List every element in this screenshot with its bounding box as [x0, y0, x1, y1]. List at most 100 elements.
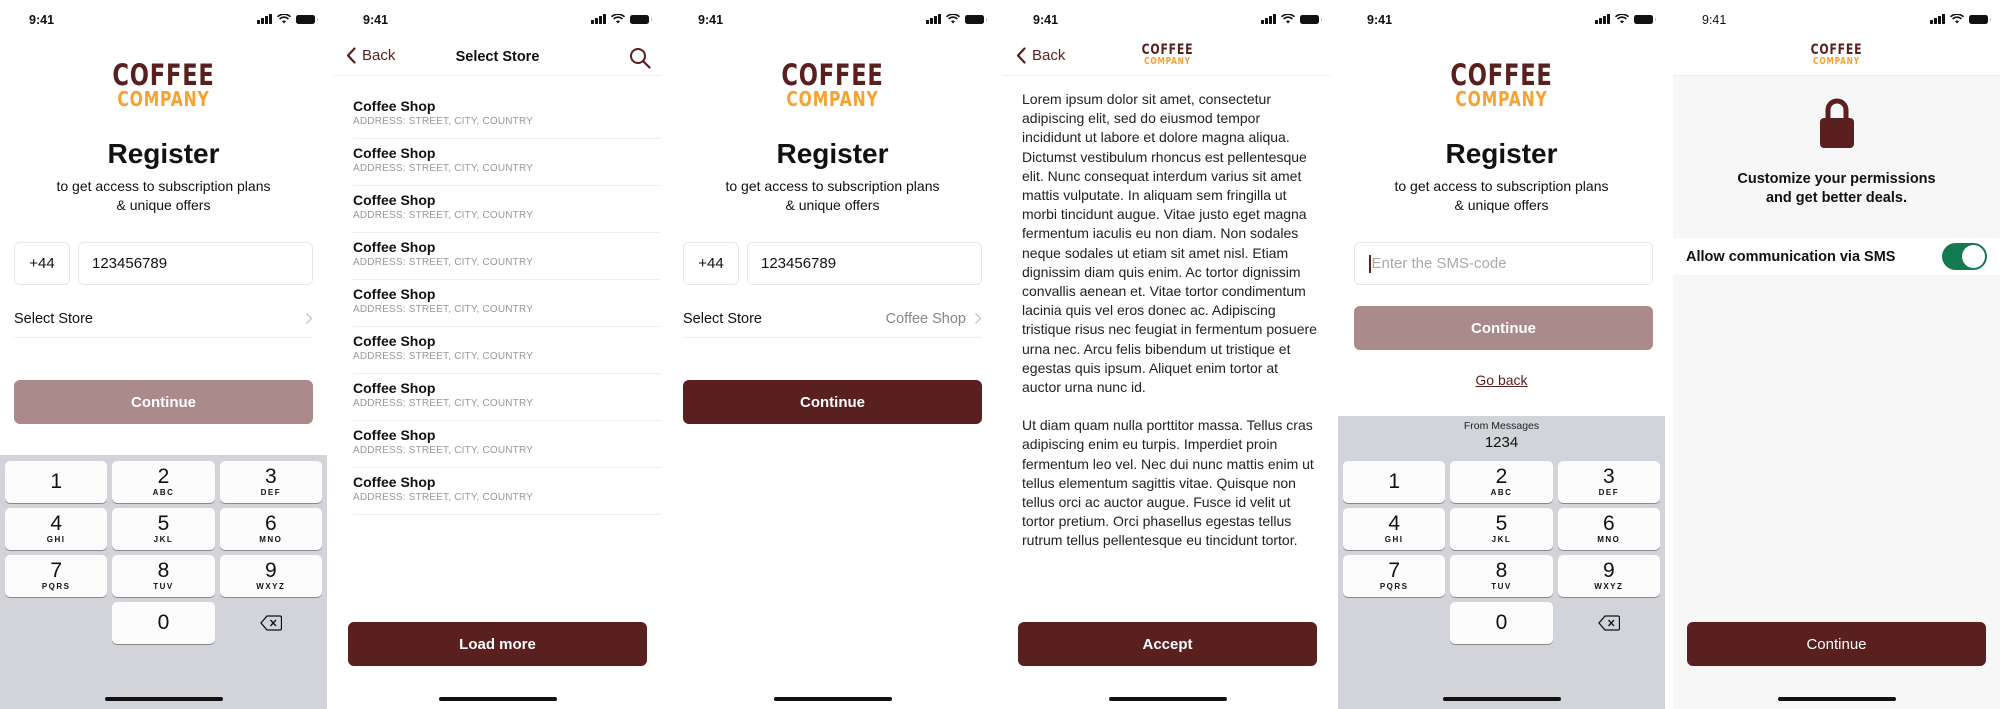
key-digit: 4: [50, 512, 62, 535]
brand-logo: COFFEE COMPANY: [669, 61, 996, 111]
country-code-field[interactable]: +44: [14, 242, 70, 285]
brand-logo: COFFEE COMPANY: [1338, 58, 1665, 111]
store-list-item[interactable]: Coffee Shop ADDRESS: STREET, CITY, COUNTR…: [353, 327, 661, 374]
store-list-item[interactable]: Coffee Shop ADDRESS: STREET, CITY, COUNTR…: [353, 468, 661, 515]
load-more-button[interactable]: Load more: [348, 622, 647, 666]
logo-line1: COFFEE: [1450, 58, 1553, 92]
sms-code-input[interactable]: Enter the SMS-code: [1354, 242, 1653, 285]
phone-number-input[interactable]: 123456789: [78, 242, 313, 285]
key-empty: [5, 602, 107, 644]
delete-key[interactable]: [1558, 602, 1660, 644]
accept-button[interactable]: Accept: [1018, 622, 1317, 666]
terms-screen: 9:41 Back COFFEE COMPANY Lorem ipsum dol…: [1004, 0, 1331, 709]
wifi-icon: [277, 14, 291, 24]
brand-logo: COFFEE COMPANY: [0, 61, 327, 109]
key-digit: 6: [1602, 512, 1615, 535]
delete-key[interactable]: [220, 602, 322, 644]
continue-button[interactable]: Continue: [14, 380, 313, 424]
store-list-item[interactable]: Coffee Shop ADDRESS: STREET, CITY, COUNTR…: [353, 421, 661, 468]
key-4[interactable]: 4 GHI: [5, 508, 108, 550]
key-digit: 5: [1495, 512, 1508, 535]
store-list-item[interactable]: Coffee Shop ADDRESS: STREET, CITY, COUNTR…: [353, 233, 661, 280]
key-letters: GHI: [46, 535, 66, 544]
continue-button[interactable]: Continue: [1687, 622, 1986, 666]
select-store-row[interactable]: Select Store: [14, 300, 313, 338]
store-list-item[interactable]: Coffee Shop ADDRESS: STREET, CITY, COUNTR…: [353, 186, 661, 233]
key-letters: PQRS: [1379, 582, 1409, 591]
continue-button[interactable]: Continue: [1354, 306, 1653, 350]
status-bar: 9:41: [0, 0, 327, 40]
store-address: ADDRESS: STREET, CITY, COUNTRY: [353, 492, 534, 503]
key-digit: 1: [1388, 470, 1400, 493]
page-subtitle: to get access to subscription plans & un…: [1338, 177, 1665, 215]
search-icon[interactable]: [629, 47, 651, 69]
signal-icon: [1261, 14, 1276, 24]
store-list-item[interactable]: Coffee Shop ADDRESS: STREET, CITY, COUNTR…: [353, 139, 661, 186]
logo-line2: COMPANY: [786, 86, 879, 111]
country-code-field[interactable]: +44: [683, 242, 739, 285]
key-letters: MNO: [1597, 535, 1621, 544]
key-7[interactable]: 7 PQRS: [1343, 555, 1446, 597]
brand-logo: COFFEE COMPANY: [1673, 43, 2000, 68]
key-0[interactable]: 0: [1450, 602, 1553, 644]
status-time: 9:41: [1702, 13, 1727, 27]
key-8[interactable]: 8 TUV: [112, 555, 215, 597]
key-3[interactable]: 3 DEF: [219, 461, 322, 503]
lock-icon: [1819, 98, 1854, 148]
store-list-item[interactable]: Coffee Shop ADDRESS: STREET, CITY, COUNTR…: [353, 374, 661, 421]
home-indicator: [1777, 697, 1896, 701]
key-5[interactable]: 5 JKL: [1450, 508, 1553, 550]
register-filled-screen: 9:41 COFFEE COMPANY Register to get acce…: [669, 0, 996, 709]
nav-title: Select Store: [455, 49, 540, 65]
continue-button[interactable]: Continue: [683, 380, 982, 424]
numeric-keyboard: From Messages 1234 1 2 ABC 3 DEF 4 GHI 5 JKL…: [1338, 416, 1665, 709]
wifi-icon: [1615, 14, 1629, 24]
sms-permission-toggle[interactable]: [1942, 243, 1987, 270]
logo-line2: COMPANY: [1813, 56, 1860, 68]
key-8[interactable]: 8 TUV: [1450, 555, 1553, 597]
battery-icon: [1634, 14, 1656, 24]
key-7[interactable]: 7 PQRS: [5, 555, 108, 597]
subtitle-line2: & unique offers: [785, 197, 880, 213]
logo-line1: COFFEE: [1141, 42, 1194, 58]
key-digit: 8: [157, 559, 170, 582]
store-name: Coffee Shop: [353, 98, 436, 114]
battery-icon: [630, 14, 652, 24]
store-list-item[interactable]: Coffee Shop ADDRESS: STREET, CITY, COUNTR…: [353, 280, 661, 327]
key-2[interactable]: 2 ABC: [112, 461, 215, 503]
go-back-link[interactable]: Go back: [1475, 372, 1527, 388]
select-store-label: Select Store: [14, 310, 93, 327]
page-subtitle: to get access to subscription plans & un…: [669, 177, 996, 215]
key-2[interactable]: 2 ABC: [1450, 461, 1553, 503]
key-4[interactable]: 4 GHI: [1343, 508, 1446, 550]
key-digit: 2: [157, 465, 170, 488]
key-3[interactable]: 3 DEF: [1557, 461, 1660, 503]
signal-icon: [1930, 14, 1945, 24]
logo-line2: COMPANY: [1455, 86, 1548, 111]
store-address: ADDRESS: STREET, CITY, COUNTRY: [353, 116, 534, 127]
key-5[interactable]: 5 JKL: [112, 508, 215, 550]
battery-icon: [1969, 14, 1991, 24]
key-digit: 6: [264, 512, 277, 535]
key-6[interactable]: 6 MNO: [219, 508, 322, 550]
key-6[interactable]: 6 MNO: [1557, 508, 1660, 550]
phone-number-input[interactable]: 123456789: [747, 242, 982, 285]
sms-code-screen: 9:41 COFFEE COMPANY Register to get acce…: [1338, 0, 1665, 709]
nav-bar: Back Select Store: [334, 40, 661, 76]
key-letters: TUV: [1491, 582, 1512, 591]
key-1[interactable]: 1: [1343, 461, 1446, 503]
store-name: Coffee Shop: [353, 380, 436, 396]
store-list-item[interactable]: Coffee Shop ADDRESS: STREET, CITY, COUNTR…: [353, 92, 661, 139]
select-store-row[interactable]: Select Store Coffee Shop: [683, 300, 982, 338]
key-digit: 0: [1495, 611, 1508, 634]
key-letters: MNO: [259, 535, 283, 544]
autofill-suggestion[interactable]: From Messages 1234: [1338, 416, 1665, 451]
key-1[interactable]: 1: [5, 461, 108, 503]
home-indicator: [104, 697, 223, 701]
wifi-icon: [1281, 14, 1295, 24]
keyboard-keys: 1 2 ABC 3 DEF 4 GHI 5 JKL 6 MNO 7 PQRS 8 TUV 9W…: [5, 461, 322, 644]
key-9[interactable]: 9 WXYZ: [219, 555, 322, 597]
select-store-label: Select Store: [683, 310, 762, 327]
key-9[interactable]: 9 WXYZ: [1557, 555, 1660, 597]
key-0[interactable]: 0: [112, 602, 215, 644]
